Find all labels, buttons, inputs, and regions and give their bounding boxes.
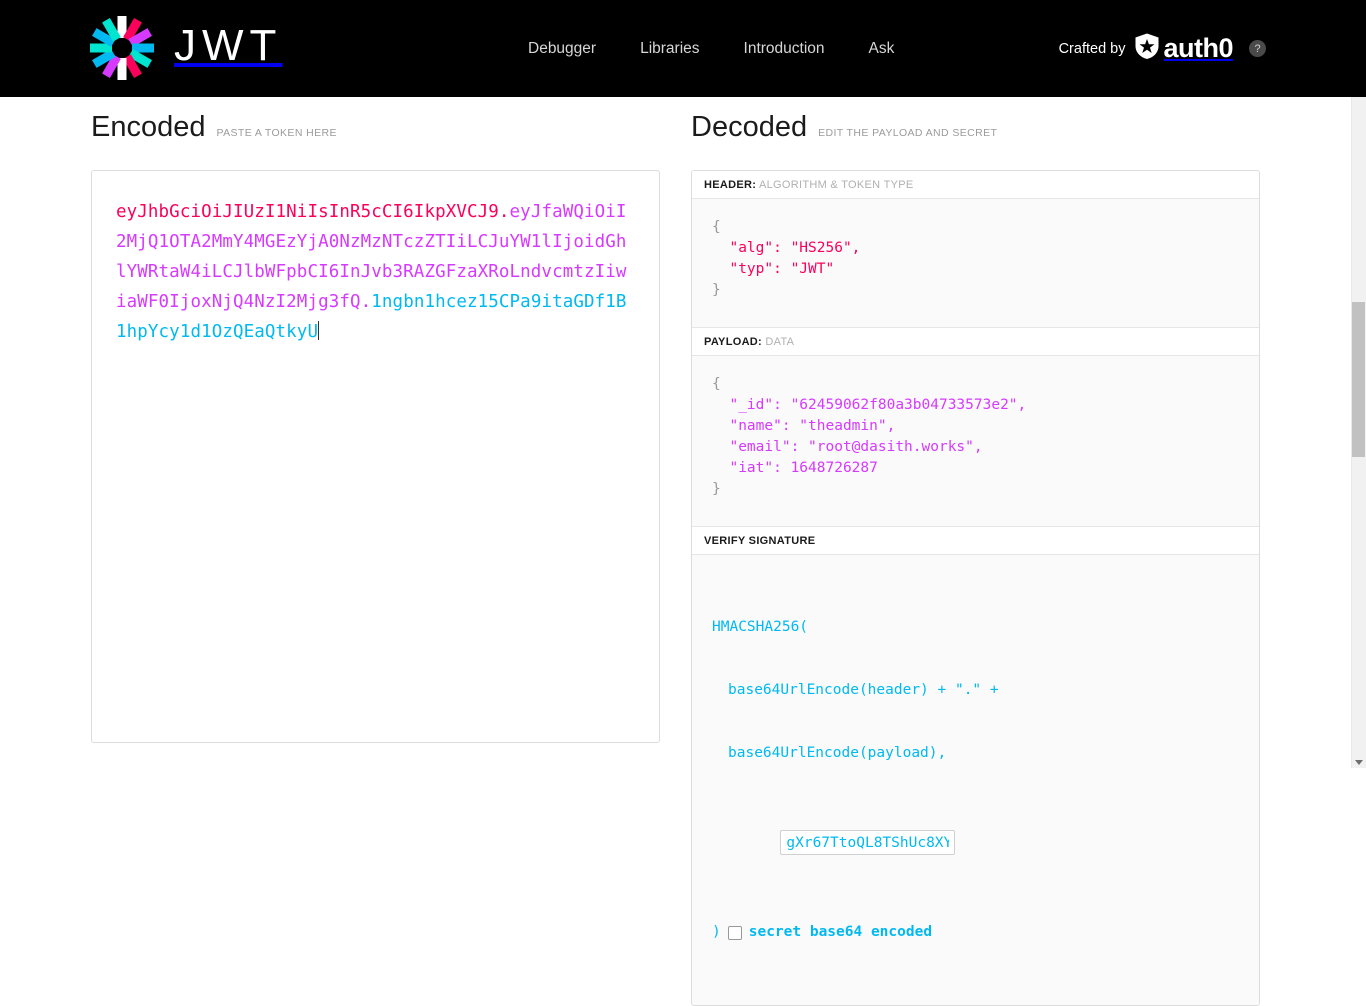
chevron-down-icon[interactable] bbox=[1355, 760, 1363, 765]
payload-json-line: "name": "theadmin", bbox=[712, 418, 895, 434]
nav-item-libraries[interactable]: Libraries bbox=[632, 34, 707, 64]
payload-json-line: "_id": "62459062f80a3b04733573e2", bbox=[712, 397, 1026, 413]
payload-json-editor[interactable]: { "_id": "62459062f80a3b04733573e2", "na… bbox=[692, 356, 1259, 526]
header-label-light: ALGORITHM & TOKEN TYPE bbox=[759, 179, 914, 191]
payload-open-brace: { bbox=[712, 376, 721, 392]
header-json-editor[interactable]: { "alg": "HS256", "typ": "JWT" } bbox=[692, 199, 1259, 327]
crafted-by-label: Crafted by bbox=[1059, 41, 1126, 57]
decoded-title: Decoded bbox=[691, 113, 807, 142]
question-mark-icon[interactable]: ? bbox=[1249, 40, 1266, 57]
main-nav: Debugger Libraries Introduction Ask bbox=[520, 0, 902, 97]
decoded-subtitle: EDIT THE PAYLOAD AND SECRET bbox=[818, 128, 997, 139]
payload-json-line: "email": "root@dasith.works", bbox=[712, 439, 983, 455]
nav-item-introduction[interactable]: Introduction bbox=[736, 34, 833, 64]
signature-section-label: VERIFY SIGNATURE bbox=[692, 527, 1259, 555]
page-scrollbar-track[interactable] bbox=[1351, 97, 1366, 768]
nav-item-debugger[interactable]: Debugger bbox=[520, 34, 604, 64]
base64-encoded-checkbox[interactable] bbox=[728, 926, 742, 940]
brand-home-link[interactable]: JWT bbox=[88, 14, 282, 82]
header-open-brace: { bbox=[712, 219, 721, 235]
auth0-shield-icon bbox=[1133, 32, 1161, 65]
encoded-subtitle: PASTE A TOKEN HERE bbox=[217, 128, 337, 139]
nav-item-ask[interactable]: Ask bbox=[861, 34, 903, 64]
payload-close-brace: } bbox=[712, 481, 721, 497]
brand-wordmark: JWT bbox=[174, 24, 282, 72]
secret-input[interactable] bbox=[780, 830, 955, 855]
signature-editor: HMACSHA256( base64UrlEncode(header) + ".… bbox=[692, 555, 1259, 1005]
signature-line-1: HMACSHA256( bbox=[712, 617, 1239, 638]
encoded-title: Encoded bbox=[91, 113, 206, 142]
header-close-brace: } bbox=[712, 282, 721, 298]
token-header-segment: eyJhbGciOiJIUzI1NiIsInR5cCI6IkpXVCJ9 bbox=[116, 202, 499, 222]
decoded-column-heading: Decoded EDIT THE PAYLOAD AND SECRET bbox=[691, 113, 997, 142]
top-navigation-bar: JWT Debugger Libraries Introduction Ask … bbox=[0, 0, 1366, 97]
signature-line-2: base64UrlEncode(header) + "." + bbox=[712, 680, 1239, 701]
base64-option-row: ) secret base64 encoded bbox=[712, 922, 1239, 943]
payload-section-label: PAYLOAD: DATA bbox=[692, 328, 1259, 356]
signature-line-3: base64UrlEncode(payload), bbox=[712, 743, 1239, 764]
token-separator-2: . bbox=[361, 292, 372, 312]
payload-json-line: "iat": 1648726287 bbox=[712, 460, 878, 476]
encoded-column-heading: Encoded PASTE A TOKEN HERE bbox=[91, 113, 337, 142]
header-json-line: "typ": "JWT" bbox=[712, 261, 834, 277]
auth0-link[interactable]: auth0 bbox=[1133, 32, 1233, 65]
text-cursor bbox=[318, 321, 319, 340]
auth0-wordmark: auth0 bbox=[1163, 35, 1233, 62]
header-json-line: "alg": "HS256", bbox=[712, 240, 860, 256]
jwt-burst-logo-icon bbox=[88, 14, 156, 82]
signature-close-paren: ) bbox=[712, 922, 721, 943]
encoded-token-input[interactable]: eyJhbGciOiJIUzI1NiIsInR5cCI6IkpXVCJ9.eyJ… bbox=[91, 170, 660, 743]
signature-label-strong: VERIFY SIGNATURE bbox=[704, 535, 815, 547]
header-label-strong: HEADER: bbox=[704, 179, 756, 191]
base64-encoded-label[interactable]: secret base64 encoded bbox=[749, 922, 932, 943]
token-separator-1: . bbox=[499, 202, 510, 222]
encoded-token-text: eyJhbGciOiJIUzI1NiIsInR5cCI6IkpXVCJ9.eyJ… bbox=[116, 197, 635, 347]
payload-label-strong: PAYLOAD: bbox=[704, 336, 762, 348]
decoded-panel: HEADER: ALGORITHM & TOKEN TYPE { "alg": … bbox=[691, 170, 1260, 1006]
header-section-label: HEADER: ALGORITHM & TOKEN TYPE bbox=[692, 171, 1259, 199]
payload-label-light: DATA bbox=[765, 336, 794, 348]
page-scrollbar-thumb[interactable] bbox=[1352, 302, 1365, 457]
crafted-by-block: Crafted by auth0 ? bbox=[1059, 0, 1266, 97]
